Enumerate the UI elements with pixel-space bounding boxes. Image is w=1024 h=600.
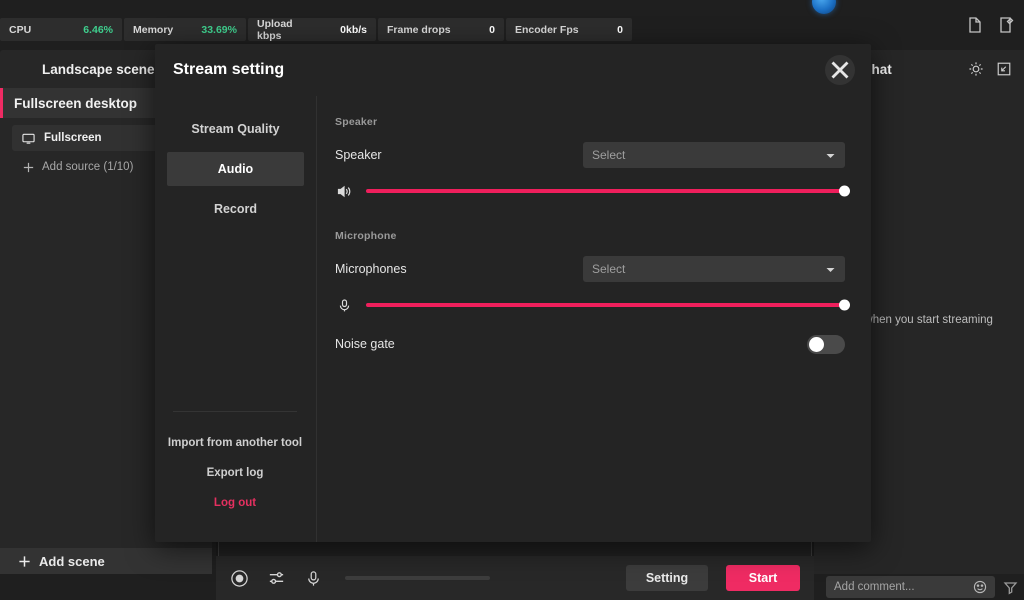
bottom-control-bar: Setting Start [216, 556, 814, 600]
modal-nav-footer: Import from another tool Export log Log … [155, 411, 315, 518]
modal-body: Stream Quality Audio Record Import from … [155, 96, 871, 542]
export-log-link[interactable]: Export log [155, 458, 315, 488]
speaker-row: Speaker Select [335, 142, 845, 168]
start-stream-button[interactable]: Start [726, 565, 800, 591]
microphone-group-label: Microphone [335, 230, 397, 242]
stat-upload-kbps: Upload kbps 0kb/s [248, 17, 376, 42]
speaker-group-label: Speaker [335, 116, 378, 128]
add-scene-button[interactable]: Add scene [0, 548, 212, 574]
audio-settings-panel: Speaker Speaker Select Microphone Microp… [317, 96, 871, 542]
microphone-select-value: Select [592, 262, 626, 276]
stat-upload-value: 0kb/s [340, 23, 367, 36]
chevron-down-icon [825, 150, 836, 161]
noise-gate-toggle[interactable] [807, 334, 845, 354]
edit-note-icon[interactable] [998, 16, 1016, 34]
source-item-label: Fullscreen [44, 132, 102, 144]
tab-audio-label: Audio [217, 162, 254, 176]
add-scene-label: Add scene [39, 553, 105, 569]
tab-record-label: Record [213, 202, 258, 216]
audio-level-meter [345, 576, 490, 580]
microphone-icon [337, 298, 352, 313]
modal-header: Stream setting [155, 44, 871, 96]
speaker-icon [337, 184, 352, 199]
speaker-volume-thumb[interactable] [839, 185, 850, 197]
close-icon[interactable] [825, 55, 855, 85]
stat-memory-label: Memory [133, 23, 174, 36]
noise-gate-label: Noise gate [335, 337, 395, 351]
plus-icon [22, 161, 35, 174]
tab-stream-quality-label: Stream Quality [191, 122, 280, 136]
window-top-icons [966, 16, 1016, 34]
audio-mixer-icon[interactable] [267, 569, 286, 588]
popout-window-icon[interactable] [996, 61, 1012, 77]
log-out-link[interactable]: Log out [155, 488, 315, 518]
import-from-another-tool-link[interactable]: Import from another tool [155, 428, 315, 458]
stat-encoder-fps: Encoder Fps 0 [506, 18, 632, 41]
tab-stream-quality[interactable]: Stream Quality [167, 112, 304, 146]
microphone-volume-row [335, 294, 850, 316]
performance-status-bar: CPU 6.46% Memory 33.69% Upload kbps 0kb/… [0, 17, 1024, 42]
microphone-row: Microphones Select [335, 256, 845, 282]
stat-encoder-fps-value: 0 [617, 23, 623, 36]
app-root: CPU 6.46% Memory 33.69% Upload kbps 0kb/… [0, 0, 1024, 600]
chevron-down-icon [825, 264, 836, 275]
stat-frame-drops-label: Frame drops [387, 23, 451, 36]
speaker-select-value: Select [592, 148, 626, 162]
microphone-volume-slider[interactable] [366, 299, 850, 311]
speaker-select[interactable]: Select [583, 142, 845, 168]
emoji-icon[interactable] [973, 580, 987, 594]
speaker-volume-slider[interactable] [366, 185, 850, 197]
export-log-label: Export log [206, 467, 264, 479]
microphone-row-label: Microphones [335, 262, 407, 276]
chat-composer: Add comment... [814, 574, 1024, 600]
speaker-row-label: Speaker [335, 148, 382, 162]
plus-icon [18, 555, 31, 568]
noise-gate-row: Noise gate [335, 332, 845, 356]
document-icon[interactable] [966, 16, 984, 34]
stat-memory: Memory 33.69% [124, 18, 246, 41]
setting-button[interactable]: Setting [626, 565, 708, 591]
stat-cpu-value: 6.46% [83, 23, 113, 36]
noise-gate-toggle-knob [809, 336, 824, 352]
stat-cpu-label: CPU [9, 23, 32, 36]
gear-icon[interactable] [968, 61, 984, 77]
tab-audio[interactable]: Audio [167, 152, 304, 186]
stat-frame-drops: Frame drops 0 [378, 18, 504, 41]
monitor-icon [22, 132, 35, 145]
stat-cpu: CPU 6.46% [0, 18, 122, 41]
filter-icon[interactable] [1003, 580, 1018, 595]
modal-nav: Stream Quality Audio Record Import from … [155, 96, 317, 542]
microphone-select[interactable]: Select [583, 256, 845, 282]
add-source-label: Add source (1/10) [42, 161, 134, 173]
stat-encoder-fps-label: Encoder Fps [515, 23, 579, 36]
speaker-volume-row [335, 180, 850, 202]
tab-record[interactable]: Record [167, 192, 304, 226]
comment-placeholder: Add comment... [834, 581, 915, 593]
record-icon[interactable] [230, 569, 249, 588]
comment-input[interactable]: Add comment... [826, 576, 995, 598]
scene-item-label: Fullscreen desktop [14, 95, 138, 111]
stream-setting-modal: Stream setting Stream Quality Audio Reco… [155, 44, 871, 542]
log-out-label: Log out [213, 497, 257, 509]
blue-orb-decoration [812, 0, 836, 14]
stat-upload-label: Upload kbps [257, 17, 293, 42]
modal-title: Stream setting [173, 61, 285, 78]
stat-frame-drops-value: 0 [489, 23, 495, 36]
divider [173, 411, 297, 412]
stat-memory-value: 33.69% [201, 23, 237, 36]
import-link-label: Import from another tool [167, 437, 303, 449]
microphone-volume-thumb[interactable] [839, 299, 850, 311]
microphone-icon[interactable] [304, 569, 323, 588]
